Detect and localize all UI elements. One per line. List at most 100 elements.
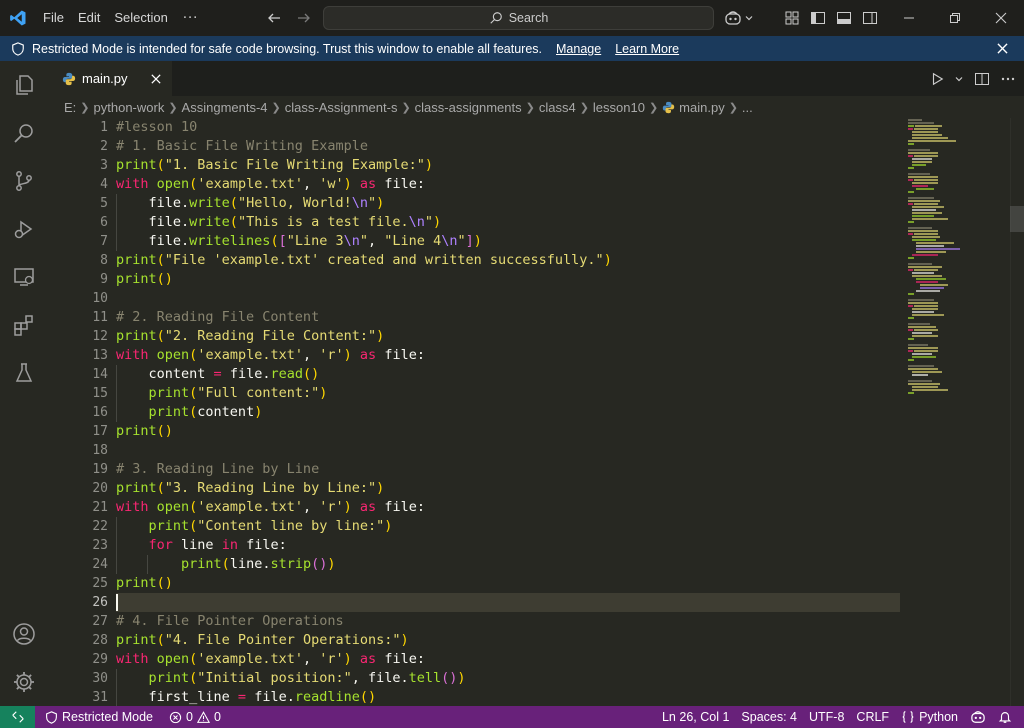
- menu-file[interactable]: File: [36, 0, 71, 36]
- notifications-bell-icon[interactable]: [992, 706, 1018, 728]
- layout-controls: [782, 0, 880, 36]
- search-input[interactable]: Search: [323, 6, 714, 30]
- breadcrumb-main-py[interactable]: main.py: [679, 100, 725, 115]
- menu-more-button[interactable]: ···: [175, 11, 206, 26]
- encoding[interactable]: UTF-8: [803, 706, 850, 728]
- code-line: print("1. Basic File Writing Example:"): [116, 157, 434, 173]
- customize-layout-icon[interactable]: [782, 8, 802, 28]
- tab-bar: main.py: [48, 61, 1024, 96]
- line-number: 15: [92, 386, 108, 401]
- line-number: 28: [92, 633, 108, 648]
- account-icon[interactable]: [0, 610, 48, 658]
- remote-indicator-icon[interactable]: [0, 706, 35, 728]
- search-placeholder: Search: [508, 11, 549, 25]
- manage-link[interactable]: Manage: [556, 42, 601, 56]
- code-line: print(): [116, 423, 173, 439]
- close-window-icon[interactable]: [978, 0, 1024, 36]
- back-arrow-icon[interactable]: [262, 6, 286, 30]
- breadcrumb-class-assignment-s[interactable]: class-Assignment-s: [285, 100, 398, 115]
- line-number: 27: [92, 614, 108, 629]
- breadcrumb-separator-icon: ❯: [648, 101, 659, 114]
- scrollbar-thumb[interactable]: [1010, 206, 1024, 232]
- minimap[interactable]: [908, 118, 1008, 706]
- code-line: print("3. Reading Line by Line:"): [116, 480, 385, 496]
- code-editor[interactable]: 1 2 3 4 5 6 7 8 9 10 11 12 13 14 15 16 1…: [48, 118, 1024, 706]
- chevron-down-icon: [745, 16, 753, 21]
- learn-more-link[interactable]: Learn More: [615, 42, 679, 56]
- toggle-secondary-sidebar-icon[interactable]: [860, 8, 880, 28]
- source-control-icon[interactable]: [0, 157, 48, 205]
- minimize-icon[interactable]: [886, 0, 932, 36]
- line-number: 23: [92, 538, 108, 553]
- indentation[interactable]: Spaces: 4: [735, 706, 803, 728]
- settings-gear-icon[interactable]: [0, 658, 48, 706]
- tab-close-icon[interactable]: [148, 71, 164, 87]
- search-icon: [490, 12, 502, 24]
- breadcrumb-separator-icon: ❯: [80, 101, 90, 114]
- forward-arrow-icon[interactable]: [292, 6, 316, 30]
- problems-status[interactable]: 0 0: [159, 706, 227, 728]
- menu-bar: File Edit Selection ···: [36, 0, 206, 36]
- shield-icon: [10, 41, 26, 57]
- line-number: 11: [92, 310, 108, 325]
- copilot-status-icon[interactable]: [964, 706, 992, 728]
- line-number: 8: [100, 253, 108, 268]
- line-number: 3: [100, 158, 108, 173]
- remote-explorer-icon[interactable]: [0, 253, 48, 301]
- breadcrumb-separator-icon: ❯: [525, 101, 535, 114]
- code-lines: #lesson 10 # 1. Basic File Writing Examp…: [116, 118, 612, 706]
- more-actions-icon[interactable]: [1000, 71, 1016, 87]
- line-number: 12: [92, 329, 108, 344]
- toggle-panel-icon[interactable]: [834, 8, 854, 28]
- testing-flask-icon[interactable]: [0, 349, 48, 397]
- menu-edit[interactable]: Edit: [71, 0, 107, 36]
- navigation-arrows: [262, 0, 316, 36]
- code-line: for line in file:: [148, 537, 287, 553]
- code-line: print(line.strip()): [181, 556, 336, 572]
- copilot-button[interactable]: [724, 6, 754, 30]
- breadcrumb-drive[interactable]: E:: [64, 100, 76, 115]
- line-number: 7: [100, 234, 108, 249]
- search-icon[interactable]: [0, 109, 48, 157]
- line-number: 24: [92, 557, 108, 572]
- code-line: print("4. File Pointer Operations:"): [116, 632, 409, 648]
- line-number-gutter: 1 2 3 4 5 6 7 8 9 10 11 12 13 14 15 16 1…: [48, 118, 108, 706]
- code-line: print(): [116, 271, 173, 287]
- breadcrumb-python-work[interactable]: python-work: [94, 100, 165, 115]
- line-number: 2: [100, 139, 108, 154]
- breadcrumb-class4[interactable]: class4: [539, 100, 576, 115]
- code-line: with open('example.txt', 'w') as file:: [116, 176, 425, 192]
- code-line: content = file.read(): [116, 366, 320, 382]
- breadcrumb-symbol[interactable]: ...: [742, 100, 753, 115]
- braces-icon: [902, 711, 914, 723]
- warning-count: 0: [213, 710, 221, 724]
- breadcrumb-assingments-4[interactable]: Assingments-4: [182, 100, 268, 115]
- minimap-preview: [908, 119, 960, 394]
- run-debug-icon[interactable]: [0, 205, 48, 253]
- line-number: 10: [92, 291, 108, 306]
- run-python-file-icon[interactable]: [930, 72, 944, 86]
- split-editor-icon[interactable]: [974, 71, 990, 87]
- activity-bar: [0, 61, 48, 706]
- language-mode[interactable]: Python: [895, 706, 964, 728]
- window-controls: [886, 0, 1024, 36]
- restore-icon[interactable]: [932, 0, 978, 36]
- breadcrumb-class-assignments[interactable]: class-assignments: [415, 100, 522, 115]
- extensions-icon[interactable]: [0, 301, 48, 349]
- tab-main-py[interactable]: main.py: [48, 61, 172, 96]
- cursor-position[interactable]: Ln 26, Col 1: [656, 706, 735, 728]
- close-icon[interactable]: [994, 40, 1010, 56]
- restricted-mode-status[interactable]: Restricted Mode: [35, 706, 159, 728]
- code-line: print("Content line by line:"): [148, 518, 393, 534]
- end-of-line[interactable]: CRLF: [850, 706, 895, 728]
- line-number: 16: [92, 405, 108, 420]
- line-number-active: 26: [92, 595, 108, 610]
- toggle-primary-sidebar-icon[interactable]: [808, 8, 828, 28]
- menu-selection[interactable]: Selection: [107, 0, 174, 36]
- restricted-mode-label: Restricted Mode: [62, 710, 154, 724]
- breadcrumb-lesson10[interactable]: lesson10: [593, 100, 645, 115]
- run-dropdown-chevron-icon[interactable]: [954, 74, 964, 84]
- explorer-icon[interactable]: [0, 61, 48, 109]
